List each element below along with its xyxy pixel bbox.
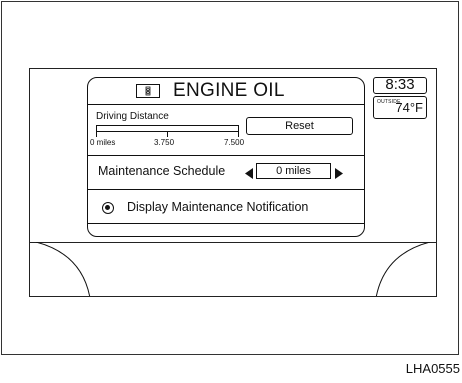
clock: 8:33 [373, 77, 427, 94]
driving-distance-label: Driving Distance [96, 111, 169, 122]
divider [88, 189, 364, 190]
maintenance-schedule-label: Maintenance Schedule [98, 164, 226, 178]
oil-can-icon [136, 84, 160, 98]
panel-header: ENGINE OIL [88, 78, 364, 105]
outside-temperature: OUTSIDE 74°F [373, 96, 427, 119]
tick-mark [167, 132, 168, 137]
bezel-curves [35, 242, 431, 296]
divider [88, 155, 364, 156]
distance-scale: 0 miles 3.750 7.500 [88, 132, 258, 150]
tick-mark [96, 132, 97, 137]
radio-selected-dot [105, 205, 110, 210]
notification-radio[interactable] [102, 202, 114, 214]
engine-oil-panel: ENGINE OIL Driving Distance 0 miles 3.75… [87, 77, 365, 237]
tick-label-end: 7.500 [224, 138, 245, 147]
tick-label-mid: 3.750 [154, 138, 175, 147]
arrow-left-icon[interactable] [245, 166, 253, 179]
display-screen: ENGINE OIL Driving Distance 0 miles 3.75… [29, 68, 437, 297]
divider [88, 223, 364, 224]
page-title: ENGINE OIL [173, 80, 285, 101]
temperature-value: 74°F [395, 100, 423, 115]
notification-label: Display Maintenance Notification [127, 200, 309, 214]
figure-code: LHA0555 [405, 361, 460, 376]
driving-distance-bar [96, 125, 239, 132]
reset-button[interactable]: Reset [246, 117, 353, 135]
tick-mark [238, 132, 239, 137]
tick-label-start: 0 miles [90, 138, 116, 147]
arrow-right-icon[interactable] [335, 166, 343, 179]
maintenance-schedule-value[interactable]: 0 miles [256, 163, 331, 179]
